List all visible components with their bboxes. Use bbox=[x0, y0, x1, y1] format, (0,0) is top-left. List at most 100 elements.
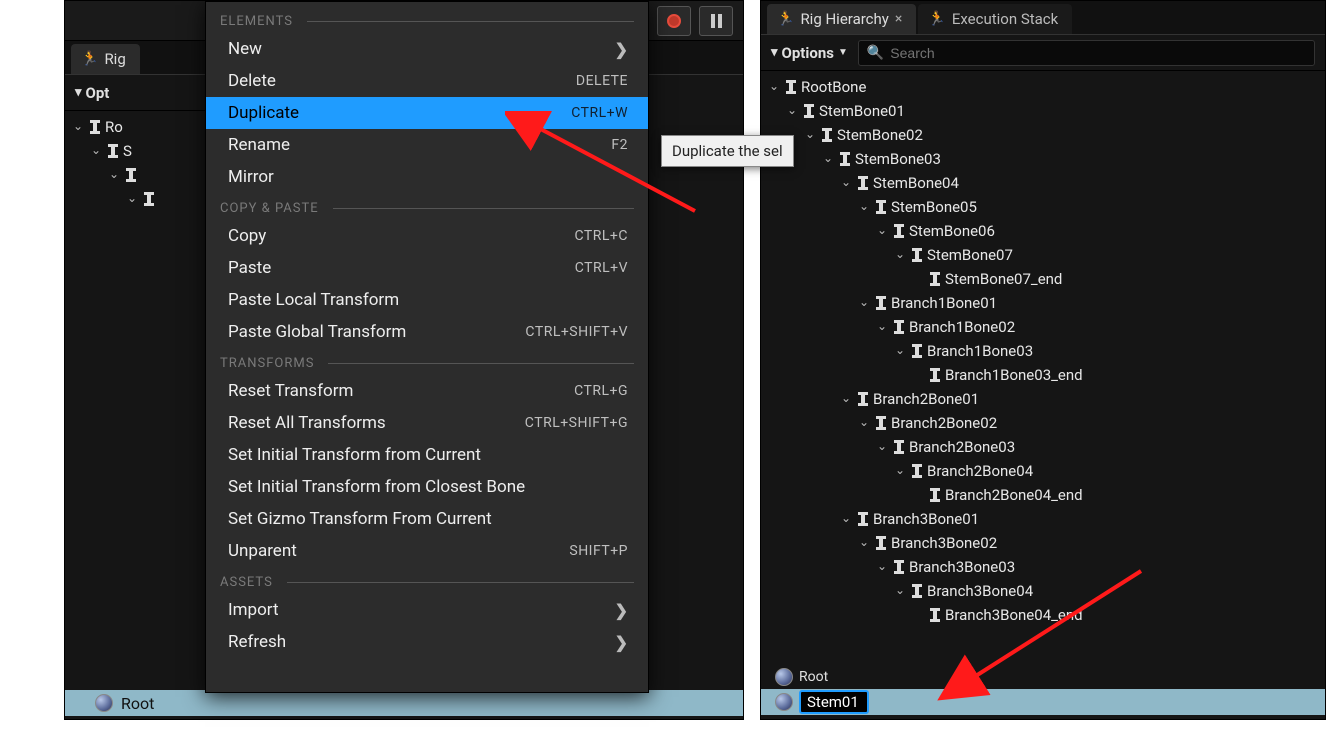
left-options-row: ▾ Opt bbox=[65, 75, 205, 111]
expand-icon[interactable]: ⌄ bbox=[893, 242, 907, 266]
tree-row[interactable]: ⌄ StemBone05 bbox=[767, 195, 1325, 219]
search-field[interactable]: 🔍 bbox=[858, 40, 1315, 66]
tree-row[interactable]: ⌄ StemBone04 bbox=[767, 171, 1325, 195]
bone-icon bbox=[909, 583, 925, 599]
options-button-left[interactable]: ▾ Opt bbox=[75, 84, 109, 102]
tree-row[interactable]: ⌄ Branch2Bone01 bbox=[767, 387, 1325, 411]
tree-row[interactable]: ⌄Branch2Bone04 bbox=[767, 459, 1325, 483]
ctx-refresh[interactable]: Refresh❯ bbox=[206, 626, 648, 658]
bone-label: StemBone04 bbox=[873, 171, 959, 195]
bone-label: StemBone06 bbox=[909, 219, 995, 243]
expand-icon[interactable]: ⌄ bbox=[821, 146, 835, 170]
ctx-delete[interactable]: DeleteDELETE bbox=[206, 65, 648, 97]
bone-icon bbox=[927, 271, 943, 287]
root-label: Root bbox=[121, 694, 154, 713]
expand-icon[interactable]: ⌄ bbox=[839, 386, 853, 410]
bone-icon bbox=[909, 247, 925, 263]
tab-rig-hierarchy[interactable]: 🏃 Rig Hierarchy × bbox=[767, 4, 916, 34]
ctx-paste[interactable]: PasteCTRL+V bbox=[206, 252, 648, 284]
expand-icon[interactable]: ⌄ bbox=[839, 170, 853, 194]
expand-icon[interactable]: ⌄ bbox=[857, 290, 871, 314]
tab-rig-hierarchy-left[interactable]: 🏃 Rig bbox=[71, 44, 140, 74]
expand-icon[interactable]: ⌄ bbox=[125, 186, 139, 210]
tree-row[interactable]: ⌄Branch1Bone03 bbox=[767, 339, 1325, 363]
bone-label: StemBone05 bbox=[891, 195, 977, 219]
tree-row[interactable]: ⌄ StemBone06 bbox=[767, 219, 1325, 243]
bone-icon bbox=[891, 223, 907, 239]
expand-icon[interactable]: ⌄ bbox=[875, 434, 889, 458]
tree-row[interactable]: ⌄Branch3Bone01 bbox=[767, 507, 1325, 531]
tree-row[interactable]: ⌄StemBone07 bbox=[767, 243, 1325, 267]
tree-row[interactable]: ⌄Branch1Bone01 bbox=[767, 291, 1325, 315]
expand-icon[interactable]: ⌄ bbox=[839, 506, 853, 530]
bone-label: Branch1Bone03_end bbox=[945, 363, 1083, 387]
tree-row[interactable]: ⌄StemBone03 bbox=[767, 147, 1325, 171]
ctx-new[interactable]: New❯ bbox=[206, 33, 648, 65]
expand-icon[interactable]: ⌄ bbox=[857, 194, 871, 218]
ctx-import[interactable]: Import❯ bbox=[206, 594, 648, 626]
left-panel: 🏃 Rig ▾ Opt ⌄Ro ⌄S ⌄ ⌄ ⌄ Root ELEMENTS N… bbox=[64, 0, 744, 720]
tree-row[interactable]: ⌄Branch2Bone03 bbox=[767, 435, 1325, 459]
ctx-section-assets: ASSETS bbox=[206, 567, 648, 594]
left-root-selected[interactable]: Root bbox=[65, 690, 743, 716]
expand-icon[interactable]: ⌄ bbox=[107, 162, 121, 186]
tree-row[interactable]: ⌄ Branch3Bone04 bbox=[767, 579, 1325, 603]
tree-row[interactable]: Branch1Bone03_end bbox=[767, 363, 1325, 387]
ctx-copy[interactable]: CopyCTRL+C bbox=[206, 220, 648, 252]
bone-label: Branch2Bone01 bbox=[873, 387, 979, 411]
right-panel: 🏃 Rig Hierarchy × 🏃 Execution Stack ▾ Op… bbox=[760, 0, 1326, 720]
ctx-section-copypaste: COPY & PASTE bbox=[206, 193, 648, 220]
expand-icon[interactable]: ⌄ bbox=[893, 458, 907, 482]
expand-icon[interactable]: ⌄ bbox=[803, 122, 817, 146]
ctx-rename[interactable]: RenameF2 bbox=[206, 129, 648, 161]
record-button[interactable] bbox=[657, 6, 691, 36]
tree-row[interactable]: Branch3Bone04_end bbox=[767, 603, 1325, 627]
expand-icon[interactable]: ⌄ bbox=[785, 98, 799, 122]
tree-row[interactable]: ⌄StemBone02 bbox=[767, 123, 1325, 147]
tab-label: Rig Hierarchy bbox=[800, 10, 888, 28]
expand-icon[interactable]: ⌄ bbox=[875, 314, 889, 338]
tree-row[interactable]: ⌄StemBone01 bbox=[767, 99, 1325, 123]
ctx-paste-local[interactable]: Paste Local Transform bbox=[206, 284, 648, 316]
options-label: Options bbox=[782, 44, 834, 62]
ctx-paste-global[interactable]: Paste Global TransformCTRL+SHIFT+V bbox=[206, 316, 648, 348]
tree-row[interactable]: ⌄Branch3Bone02 bbox=[767, 531, 1325, 555]
tree-row[interactable]: ⌄Branch2Bone02 bbox=[767, 411, 1325, 435]
expand-icon[interactable]: ⌄ bbox=[893, 338, 907, 362]
search-input[interactable] bbox=[890, 45, 1306, 61]
ctx-set-init-current[interactable]: Set Initial Transform from Current bbox=[206, 439, 648, 471]
bone-icon bbox=[855, 391, 871, 407]
ctx-duplicate[interactable]: DuplicateCTRL+W bbox=[206, 97, 648, 129]
root-control-row[interactable]: Root bbox=[761, 665, 1325, 689]
rename-input[interactable]: Stem01 bbox=[799, 690, 869, 714]
ctx-set-gizmo[interactable]: Set Gizmo Transform From Current bbox=[206, 503, 648, 535]
expand-icon[interactable]: ⌄ bbox=[89, 138, 103, 162]
expand-icon[interactable]: ⌄ bbox=[875, 218, 889, 242]
control-icon bbox=[95, 694, 113, 712]
ctx-set-init-bone[interactable]: Set Initial Transform from Closest Bone bbox=[206, 471, 648, 503]
tree-row[interactable]: Branch2Bone04_end bbox=[767, 483, 1325, 507]
ctx-reset-transform[interactable]: Reset TransformCTRL+G bbox=[206, 375, 648, 407]
tree-row[interactable]: ⌄RootBone bbox=[767, 75, 1325, 99]
tooltip: Duplicate the sel bbox=[661, 135, 794, 167]
expand-icon[interactable]: ⌄ bbox=[71, 114, 85, 138]
tree-row[interactable]: StemBone07_end bbox=[767, 267, 1325, 291]
bone-label: Branch3Bone04 bbox=[927, 579, 1033, 603]
expand-icon[interactable]: ⌄ bbox=[875, 554, 889, 578]
options-button[interactable]: ▾ Options ▼ bbox=[771, 44, 848, 62]
pause-button[interactable] bbox=[699, 6, 733, 36]
ctx-mirror[interactable]: Mirror bbox=[206, 161, 648, 193]
expand-icon[interactable]: ⌄ bbox=[767, 74, 781, 98]
tab-execution-stack[interactable]: 🏃 Execution Stack bbox=[918, 4, 1072, 34]
close-icon[interactable]: × bbox=[895, 11, 902, 27]
ctx-reset-all[interactable]: Reset All TransformsCTRL+SHIFT+G bbox=[206, 407, 648, 439]
expand-icon[interactable]: ⌄ bbox=[893, 578, 907, 602]
bone-icon bbox=[105, 143, 121, 159]
ctx-unparent[interactable]: UnparentSHIFT+P bbox=[206, 535, 648, 567]
expand-icon[interactable]: ⌄ bbox=[857, 530, 871, 554]
selected-rename-row[interactable]: Stem01 bbox=[761, 689, 1325, 715]
tree-row[interactable]: ⌄Branch1Bone02 bbox=[767, 315, 1325, 339]
expand-icon[interactable]: ⌄ bbox=[857, 410, 871, 434]
chevron-right-icon: ❯ bbox=[615, 633, 628, 652]
tree-row[interactable]: ⌄Branch3Bone03 bbox=[767, 555, 1325, 579]
